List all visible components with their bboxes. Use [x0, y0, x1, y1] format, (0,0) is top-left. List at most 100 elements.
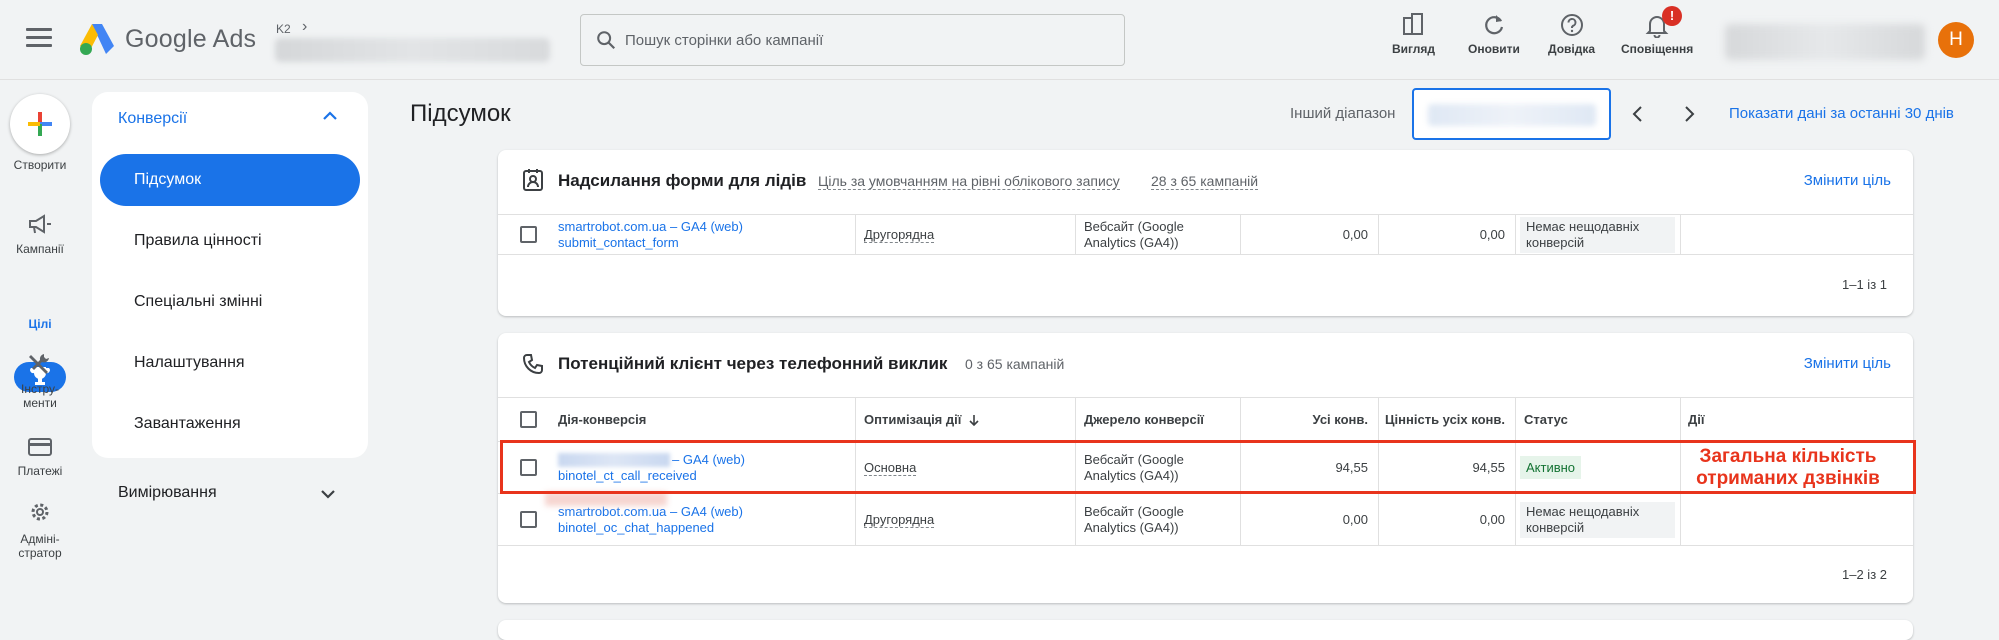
- annotation-text: Загальна кількість отриманих дзвінків: [1668, 446, 1908, 490]
- chevron-left-icon[interactable]: [1626, 102, 1650, 126]
- pagination-info: 1–2 із 2: [1842, 567, 1887, 582]
- status-badge: Немає нещодавніх конверсій: [1520, 216, 1675, 253]
- column-header-optimization-label: Оптимізація дії: [864, 412, 962, 427]
- date-range-picker[interactable]: [1412, 88, 1611, 140]
- subnav-item-uploads[interactable]: Завантаження: [100, 398, 360, 450]
- row-checkbox[interactable]: [520, 226, 537, 243]
- table-row: smartrobot.com.ua – GA4 (web) binotel_oc…: [498, 493, 1913, 545]
- plus-icon: [28, 112, 52, 136]
- arrow-down-icon: [969, 414, 979, 426]
- avatar[interactable]: H: [1938, 22, 1974, 58]
- date-range-blurred: [1428, 104, 1596, 126]
- goals-label[interactable]: Цілі: [0, 317, 80, 331]
- campaigns-label[interactable]: Кампанії: [0, 242, 80, 256]
- column-header-status[interactable]: Статус: [1524, 398, 1568, 441]
- column-header-actions: Дії: [1688, 412, 1705, 427]
- help-button[interactable]: Довідка: [1548, 12, 1595, 56]
- admin-label-1[interactable]: Адміні-: [0, 532, 80, 546]
- view-button[interactable]: Вигляд: [1392, 12, 1435, 56]
- search-icon: [597, 31, 616, 50]
- search-bar[interactable]: [580, 14, 1125, 66]
- tools-label-2[interactable]: менти: [0, 396, 80, 410]
- column-header-action[interactable]: Дія-конверсія: [558, 398, 646, 441]
- all-conversions-value: 0,00: [1342, 227, 1368, 242]
- column-header-all-conv[interactable]: Усі конв.: [1240, 398, 1368, 441]
- table-header-row: Дія-конверсія Оптимізація дії Джерело ко…: [498, 397, 1913, 441]
- source-value: Вебсайт (Google Analytics (GA4)): [1084, 218, 1184, 250]
- chevron-up-icon[interactable]: [318, 104, 342, 128]
- last-30-days-link[interactable]: Показати дані за останні 30 днів: [1729, 105, 1954, 122]
- all-value-value: 0,00: [1479, 512, 1505, 527]
- row-checkbox[interactable]: [520, 511, 537, 528]
- change-goal-button[interactable]: Змінити ціль: [1804, 172, 1891, 189]
- select-all-checkbox[interactable]: [520, 411, 537, 428]
- chevron-right-icon[interactable]: [1677, 102, 1701, 126]
- blurred-highlight-strip: [545, 492, 667, 506]
- notification-badge: !: [1662, 6, 1682, 26]
- goal-card-next: [498, 620, 1913, 640]
- conversion-account[interactable]: smartrobot.com.ua – GA4 (web): [558, 219, 743, 235]
- page-title: Підсумок: [410, 100, 511, 127]
- conversion-event[interactable]: submit_contact_form: [558, 235, 743, 251]
- all-value-value: 0,00: [1479, 227, 1505, 242]
- refresh-button[interactable]: Оновити: [1468, 12, 1520, 56]
- conversion-action-link[interactable]: smartrobot.com.ua – GA4 (web) submit_con…: [558, 219, 743, 251]
- subnav-item-summary[interactable]: Підсумок: [100, 154, 360, 206]
- app-name: Google Ads: [125, 25, 257, 53]
- optimization-value[interactable]: Другорядна: [864, 227, 935, 243]
- user-account-blurred[interactable]: [1725, 24, 1925, 60]
- google-ads-logo-icon: [80, 24, 114, 55]
- megaphone-icon[interactable]: [26, 212, 54, 236]
- range-label: Інший діапазон: [1290, 105, 1396, 122]
- change-goal-button[interactable]: Змінити ціль: [1804, 355, 1891, 372]
- measurement-section[interactable]: Вимірювання: [118, 484, 217, 502]
- subnav-item-value-rules[interactable]: Правила цінності: [100, 215, 360, 267]
- admin-label-2[interactable]: стратор: [0, 546, 80, 560]
- phone-icon: [522, 354, 543, 375]
- conversion-action-link[interactable]: smartrobot.com.ua – GA4 (web) binotel_oc…: [558, 504, 743, 536]
- contact-form-icon: [523, 169, 543, 191]
- create-button[interactable]: [10, 94, 70, 154]
- table-row: smartrobot.com.ua – GA4 (web) submit_con…: [498, 214, 1913, 254]
- card-subtitle-default-goal[interactable]: Ціль за умовчанням на рівні облікового з…: [818, 173, 1120, 190]
- source-value: Вебсайт (Google Analytics (GA4)): [1084, 503, 1184, 535]
- pagination-info: 1–1 із 1: [1842, 277, 1887, 292]
- gear-icon[interactable]: [26, 500, 54, 524]
- card-subtitle-campaigns[interactable]: 28 з 65 кампаній: [1151, 173, 1259, 190]
- column-header-all-value[interactable]: Цінність усіх конв.: [1378, 398, 1505, 441]
- search-input[interactable]: [625, 28, 1105, 52]
- menu-icon[interactable]: [26, 28, 52, 50]
- billing-label[interactable]: Платежі: [0, 464, 80, 478]
- all-conversions-value: 0,00: [1342, 512, 1368, 527]
- subnav-heading[interactable]: Конверсії: [118, 110, 187, 128]
- card-title: Надсилання форми для лідів: [558, 171, 807, 190]
- refresh-label: Оновити: [1468, 42, 1520, 56]
- chevron-right-icon[interactable]: ›: [302, 18, 307, 36]
- refresh-icon: [1485, 15, 1504, 35]
- create-label[interactable]: Створити: [0, 158, 80, 172]
- annotation-line-2: отриманих дзвінків: [1696, 468, 1880, 489]
- status-badge: Немає нещодавніх конверсій: [1520, 501, 1675, 538]
- column-header-optimization[interactable]: Оптимізація дії: [864, 398, 981, 441]
- tools-icon[interactable]: [26, 352, 54, 376]
- column-header-source[interactable]: Джерело конверсії: [1084, 398, 1204, 441]
- conversion-event[interactable]: binotel_oc_chat_happened: [558, 520, 743, 536]
- goal-card-lead-form: Надсилання форми для лідів Ціль за умовч…: [498, 150, 1913, 316]
- chevron-down-icon[interactable]: [316, 482, 340, 506]
- subnav-item-custom-variables[interactable]: Спеціальні змінні: [100, 276, 360, 328]
- view-label: Вигляд: [1392, 42, 1435, 56]
- card-title: Потенційний клієнт через телефонний викл…: [558, 354, 948, 373]
- top-bar: Google Ads K2 › Вигляд Оновити Довідка: [0, 0, 1999, 80]
- view-icon: [1403, 13, 1424, 35]
- left-nav: Створити Кампанії Цілі Інстру- менти Пла…: [0, 80, 80, 626]
- notifications-label: Сповіщення: [1621, 42, 1694, 56]
- account-name-blurred[interactable]: [275, 38, 550, 62]
- tools-label-1[interactable]: Інстру-: [0, 382, 80, 396]
- notifications-button[interactable]: Сповіщення: [1621, 12, 1693, 56]
- optimization-value[interactable]: Другорядна: [864, 512, 935, 528]
- conversions-subnav: Конверсії Підсумок Правила цінності Спец…: [92, 92, 368, 458]
- credit-card-icon[interactable]: [26, 435, 54, 459]
- annotation-line-1: Загальна кількість: [1699, 446, 1877, 467]
- help-label: Довідка: [1548, 42, 1596, 56]
- subnav-item-settings[interactable]: Налаштування: [100, 337, 360, 389]
